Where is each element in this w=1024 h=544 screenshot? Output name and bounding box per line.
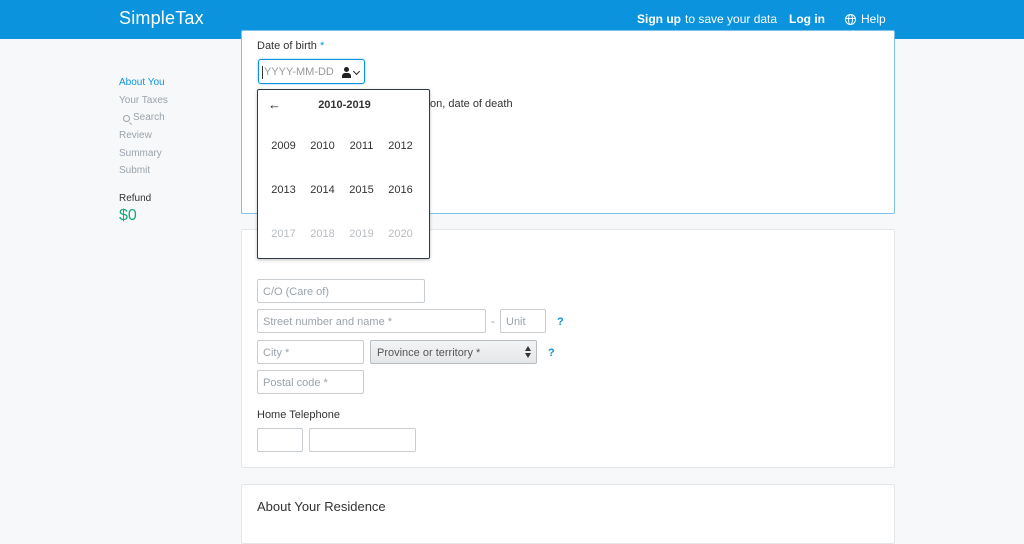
- sidebar-item-search-label: Search: [133, 112, 165, 124]
- city-placeholder: City *: [263, 347, 290, 359]
- dob-label: Date of birth *: [257, 40, 324, 52]
- date-of-death-option-text: on, date of death: [430, 98, 513, 110]
- unit-placeholder: Unit: [506, 316, 526, 328]
- sidebar-item-your-taxes[interactable]: Your Taxes: [119, 92, 229, 110]
- login-link[interactable]: Log in: [789, 12, 825, 26]
- care-of-placeholder: C/O (Care of): [263, 286, 330, 298]
- sidebar: About You Your Taxes Search Review Summa…: [119, 74, 229, 225]
- postal-code-placeholder: Postal code *: [263, 377, 328, 389]
- sidebar-item-submit[interactable]: Submit: [119, 162, 229, 180]
- year-picker-dropdown: ← 2010-2019 2009 2010 2011 2012 2013 2014 2015…: [257, 89, 430, 259]
- street-input[interactable]: Street number and name *: [257, 309, 486, 333]
- dob-input[interactable]: YYYY-MM-DD: [258, 59, 365, 84]
- signup-link[interactable]: Sign up to save your data: [637, 12, 777, 26]
- globe-icon: [845, 13, 856, 25]
- year-option[interactable]: 2016: [381, 168, 420, 212]
- unit-input[interactable]: Unit: [500, 309, 546, 333]
- home-telephone-label: Home Telephone: [257, 409, 340, 421]
- person-icon[interactable]: [342, 67, 351, 78]
- address-card: C/O (Care of) Street number and name * -…: [241, 229, 895, 468]
- chevron-down-icon[interactable]: [352, 67, 361, 76]
- sidebar-item-search[interactable]: Search: [119, 109, 229, 127]
- street-help-icon[interactable]: ?: [557, 316, 564, 328]
- year-option[interactable]: 2009: [264, 124, 303, 168]
- unit-separator: -: [491, 316, 495, 328]
- signup-rest[interactable]: to save your data: [685, 12, 777, 26]
- dob-placeholder: YYYY-MM-DD: [264, 66, 334, 78]
- province-placeholder: Province or territory *: [377, 347, 481, 359]
- year-range-label: 2010-2019: [318, 99, 371, 111]
- year-option: 2018: [310, 228, 335, 240]
- year-option[interactable]: 2013: [264, 168, 303, 212]
- province-select[interactable]: Province or territory *: [370, 340, 537, 364]
- care-of-input[interactable]: C/O (Care of): [257, 279, 425, 303]
- sidebar-item-about-you[interactable]: About You: [119, 74, 229, 92]
- text-caret: [262, 66, 263, 79]
- refund-label: Refund: [119, 193, 152, 205]
- year-option[interactable]: 2015: [342, 168, 381, 212]
- sidebar-item-summary[interactable]: Summary: [119, 145, 229, 163]
- year-option: 2017: [271, 228, 296, 240]
- dob-label-text: Date of birth: [257, 40, 317, 52]
- year-option[interactable]: 2014: [303, 168, 342, 212]
- year-option[interactable]: 2010: [303, 124, 342, 168]
- year-option: 2019: [349, 228, 374, 240]
- help-label: Help: [861, 12, 886, 26]
- city-input[interactable]: City *: [257, 340, 364, 364]
- year-option: 2020: [388, 228, 413, 240]
- residence-card: About Your Residence: [241, 484, 895, 544]
- search-icon: [123, 114, 130, 122]
- help-link[interactable]: Help: [845, 12, 886, 26]
- residence-section-title: About Your Residence: [257, 499, 386, 514]
- phone-number-input[interactable]: [309, 428, 416, 452]
- sidebar-item-review[interactable]: Review: [119, 127, 229, 145]
- refund-amount: $0: [119, 207, 137, 225]
- year-option[interactable]: 2011: [342, 124, 381, 168]
- select-arrows-icon: [525, 346, 531, 358]
- brand-logo[interactable]: SimpleTax: [119, 8, 204, 29]
- province-help-icon[interactable]: ?: [548, 347, 555, 359]
- signup-bold[interactable]: Sign up: [637, 12, 681, 26]
- required-marker: *: [319, 40, 325, 52]
- area-code-input[interactable]: [257, 428, 303, 452]
- year-grid: 2009 2010 2011 2012 2013 2014 2015 2016 2017 2018…: [264, 124, 424, 256]
- street-placeholder: Street number and name *: [263, 316, 393, 328]
- year-option[interactable]: 2012: [381, 124, 420, 168]
- postal-code-input[interactable]: Postal code *: [257, 370, 364, 394]
